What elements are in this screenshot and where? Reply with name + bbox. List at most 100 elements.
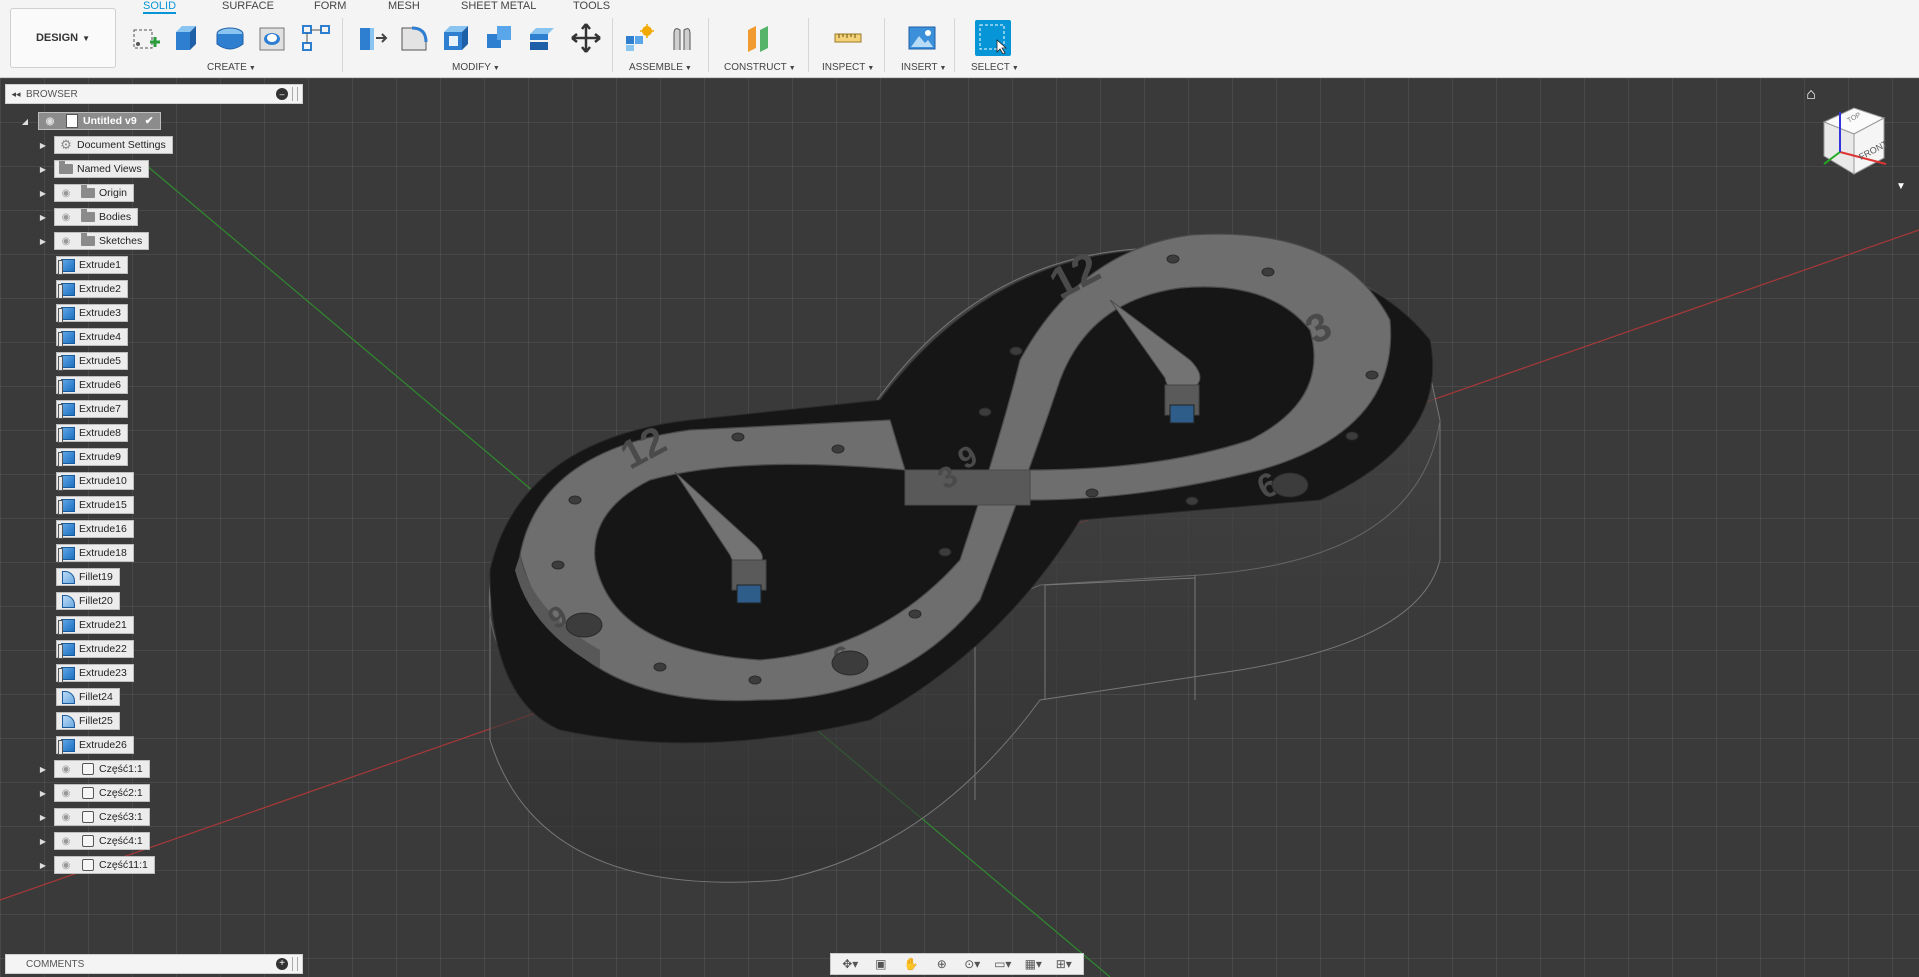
timeline-feature[interactable]: Extrude18 xyxy=(56,544,134,563)
expand-triangle-icon[interactable]: ▶ xyxy=(38,836,48,846)
orbit-icon[interactable]: ✥▾ xyxy=(839,955,861,973)
insert-menu[interactable]: INSERT ▼ xyxy=(901,62,946,73)
browser-component[interactable]: ◉ Część2:1 xyxy=(54,784,150,802)
offset-face-icon[interactable] xyxy=(524,20,560,56)
visibility-eye-icon[interactable]: ◉ xyxy=(39,113,61,129)
assemble-menu[interactable]: ASSEMBLE ▼ xyxy=(629,62,692,73)
display-settings-icon[interactable]: ▭▾ xyxy=(992,955,1014,973)
visibility-eye-icon[interactable]: ◉ xyxy=(55,857,77,873)
combine-icon[interactable] xyxy=(481,20,517,56)
tab-solid[interactable]: SOLID xyxy=(143,0,177,14)
timeline-feature[interactable]: Extrude26 xyxy=(56,736,134,755)
timeline-feature[interactable]: Extrude6 xyxy=(56,376,129,395)
zoom-icon[interactable]: ⊕ xyxy=(931,955,953,973)
timeline-feature[interactable]: Extrude1 xyxy=(56,256,129,275)
expand-triangle-icon[interactable]: ▶ xyxy=(38,164,48,174)
insert-image-icon[interactable] xyxy=(904,20,940,56)
activate-radio-icon[interactable]: ✔ xyxy=(145,115,154,127)
tab-mesh[interactable]: MESH xyxy=(388,0,420,14)
panel-grip-icon[interactable] xyxy=(292,87,298,101)
browser-folder[interactable]: ⚙ Document Settings xyxy=(54,136,173,154)
browser-component[interactable]: ◉ Część4:1 xyxy=(54,832,150,850)
tab-tools[interactable]: TOOLS xyxy=(573,0,610,14)
timeline-feature[interactable]: Fillet25 xyxy=(56,712,120,730)
timeline-feature[interactable]: Extrude23 xyxy=(56,664,134,683)
construct-menu[interactable]: CONSTRUCT ▼ xyxy=(724,62,796,73)
modify-menu[interactable]: MODIFY ▼ xyxy=(452,62,500,73)
inspect-menu[interactable]: INSPECT ▼ xyxy=(822,62,874,73)
revolve-icon[interactable] xyxy=(212,20,248,56)
shell-icon[interactable] xyxy=(438,20,474,56)
create-sketch-icon[interactable] xyxy=(128,20,164,56)
timeline-feature[interactable]: Extrude15 xyxy=(56,496,134,515)
comments-panel[interactable]: COMMENTS + xyxy=(5,954,303,974)
browser-folder[interactable]: ◉ Origin xyxy=(54,184,135,202)
panel-grip-icon[interactable] xyxy=(292,957,298,971)
canvas-viewport[interactable]: 12 3 6 9 12 3 6 9 xyxy=(0,78,1919,977)
joint-icon[interactable] xyxy=(664,20,700,56)
press-pull-icon[interactable] xyxy=(354,20,390,56)
tab-form[interactable]: FORM xyxy=(314,0,346,14)
expand-triangle-icon[interactable]: ▶ xyxy=(38,764,48,774)
new-component-icon[interactable] xyxy=(620,20,656,56)
browser-folder[interactable]: ◉ Bodies xyxy=(54,208,139,226)
visibility-eye-icon[interactable]: ◉ xyxy=(55,833,77,849)
hole-icon[interactable] xyxy=(254,20,290,56)
workspace-switcher-button[interactable]: DESIGN ▼ xyxy=(10,8,116,68)
visibility-eye-icon[interactable]: ◉ xyxy=(55,761,77,777)
timeline-feature[interactable]: Extrude10 xyxy=(56,472,134,491)
expand-triangle-icon[interactable]: ▶ xyxy=(38,788,48,798)
select-menu[interactable]: SELECT ▼ xyxy=(971,62,1019,73)
extrude-icon[interactable] xyxy=(168,20,204,56)
timeline-feature[interactable]: Fillet20 xyxy=(56,592,120,610)
offset-plane-icon[interactable] xyxy=(740,20,776,56)
select-icon[interactable] xyxy=(975,20,1011,56)
expand-triangle-icon[interactable]: ▶ xyxy=(38,812,48,822)
visibility-eye-icon[interactable]: ◉ xyxy=(55,233,77,249)
timeline-feature[interactable]: Extrude8 xyxy=(56,424,129,443)
timeline-feature[interactable]: Extrude7 xyxy=(56,400,129,419)
browser-component[interactable]: ◉ Część1:1 xyxy=(54,760,150,778)
timeline-feature[interactable]: Extrude5 xyxy=(56,352,129,371)
tab-sheet-metal[interactable]: SHEET METAL xyxy=(461,0,536,14)
fit-icon[interactable]: ⊙▾ xyxy=(961,955,983,973)
collapse-triangle-icon[interactable]: ◢ xyxy=(20,116,30,126)
timeline-feature[interactable]: Extrude3 xyxy=(56,304,129,323)
measure-icon[interactable] xyxy=(830,20,866,56)
timeline-feature[interactable]: Extrude4 xyxy=(56,328,129,347)
timeline-feature[interactable]: Fillet19 xyxy=(56,568,120,586)
visibility-eye-icon[interactable]: ◉ xyxy=(55,785,77,801)
expand-triangle-icon[interactable]: ▶ xyxy=(38,212,48,222)
browser-component[interactable]: ◉ Część11:1 xyxy=(54,856,155,874)
timeline-feature[interactable]: Extrude9 xyxy=(56,448,129,467)
timeline-feature[interactable]: Extrude2 xyxy=(56,280,129,299)
viewcube-menu-icon[interactable]: ▼ xyxy=(1894,180,1908,192)
visibility-eye-icon[interactable]: ◉ xyxy=(55,185,77,201)
collapse-panel-icon[interactable]: ◂◂ xyxy=(6,89,26,100)
pattern-icon[interactable] xyxy=(298,20,334,56)
viewcube[interactable]: FRONT TOP xyxy=(1816,100,1896,184)
expand-triangle-icon[interactable]: ▶ xyxy=(38,236,48,246)
browser-folder[interactable]: ◉ Sketches xyxy=(54,232,150,250)
move-copy-icon[interactable] xyxy=(568,20,604,56)
look-at-icon[interactable]: ▣ xyxy=(870,955,892,973)
expand-triangle-icon[interactable]: ▶ xyxy=(38,860,48,870)
expand-triangle-icon[interactable]: ▶ xyxy=(38,140,48,150)
timeline-feature[interactable]: Fillet24 xyxy=(56,688,120,706)
expand-triangle-icon[interactable]: ▶ xyxy=(38,188,48,198)
visibility-eye-icon[interactable]: ◉ xyxy=(55,209,77,225)
timeline-feature[interactable]: Extrude21 xyxy=(56,616,134,635)
create-menu[interactable]: CREATE ▼ xyxy=(207,62,256,73)
add-comment-icon[interactable]: + xyxy=(276,958,288,970)
fillet-icon[interactable] xyxy=(396,20,432,56)
browser-folder[interactable]: Named Views xyxy=(54,160,149,178)
timeline-feature[interactable]: Extrude16 xyxy=(56,520,134,539)
grid-icon[interactable]: ▦▾ xyxy=(1022,955,1044,973)
browser-component[interactable]: ◉ Część3:1 xyxy=(54,808,150,826)
tab-surface[interactable]: SURFACE xyxy=(222,0,274,14)
viewports-icon[interactable]: ⊞▾ xyxy=(1053,955,1075,973)
minimize-icon[interactable]: – xyxy=(276,88,288,100)
timeline-feature[interactable]: Extrude22 xyxy=(56,640,134,659)
pan-icon[interactable]: ✋ xyxy=(900,955,922,973)
visibility-eye-icon[interactable]: ◉ xyxy=(55,809,77,825)
